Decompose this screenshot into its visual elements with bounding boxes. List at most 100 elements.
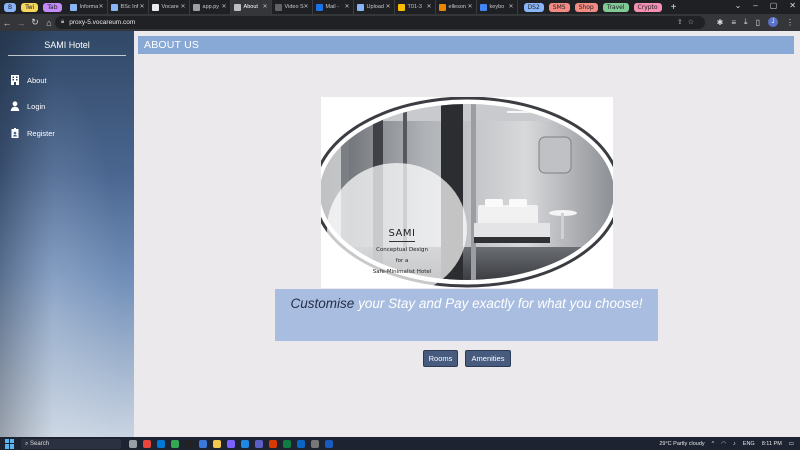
app-icon[interactable] (269, 439, 277, 448)
user-icon (10, 101, 20, 111)
sidebar: SAMI Hotel About Login Register (0, 31, 134, 437)
browser-tab[interactable]: Mail - ✕ (313, 0, 354, 14)
close-icon[interactable]: ✕ (181, 3, 186, 10)
close-icon[interactable]: ✕ (468, 3, 473, 10)
close-icon[interactable]: ✕ (509, 3, 514, 10)
app-icon[interactable] (241, 439, 249, 448)
profile-avatar[interactable]: J (768, 17, 778, 27)
browser-tab[interactable]: BSc Inf ✕ (108, 0, 149, 14)
close-icon[interactable]: ✕ (140, 3, 145, 10)
menu-icon[interactable]: ⋮ (786, 18, 794, 27)
page-viewport: SAMI Hotel About Login Register ABOUT US (0, 31, 800, 437)
close-icon[interactable]: ✕ (345, 3, 350, 10)
app-icon[interactable] (199, 439, 207, 448)
app-icon[interactable] (185, 439, 193, 448)
language-indicator[interactable]: ENG (743, 441, 755, 447)
sidebar-item-login[interactable]: Login (10, 99, 45, 113)
maximize-icon[interactable]: ▢ (770, 1, 778, 10)
close-icon[interactable]: ✕ (99, 3, 104, 10)
chrome-icon[interactable] (171, 439, 179, 448)
favicon-icon (315, 3, 323, 11)
app-icon[interactable] (311, 439, 319, 448)
new-tab-icon[interactable]: + (671, 2, 677, 13)
taskbar-apps (129, 439, 333, 448)
browser-tab[interactable]: Video S ✕ (272, 0, 313, 14)
volume-icon[interactable]: ♪ (733, 441, 736, 447)
close-icon[interactable]: ✕ (304, 3, 309, 10)
tab-group-chip[interactable]: DS2 (523, 2, 544, 12)
wifi-icon[interactable]: ◠ (721, 441, 726, 447)
windows-start-icon[interactable] (5, 438, 15, 449)
address-bar[interactable]: 🔒︎ proxy-5.vocareum.com ⇪☆ (55, 16, 705, 29)
lock-icon[interactable]: 🔒︎ (61, 19, 64, 26)
extensions-icon[interactable]: ✱ (717, 18, 724, 27)
chevron-up-icon[interactable]: ^ (712, 441, 715, 447)
close-icon[interactable]: ✕ (222, 3, 227, 10)
excel-icon[interactable] (283, 439, 291, 448)
favicon-icon (69, 3, 77, 11)
app-icon[interactable] (227, 439, 235, 448)
side-panel-icon[interactable]: ▯ (756, 18, 760, 27)
tab-group-chip[interactable]: Twi (21, 2, 39, 12)
reload-icon[interactable]: ↻ (28, 17, 42, 28)
word-icon[interactable] (325, 439, 333, 448)
browser-tab[interactable]: T01-3 ✕ (395, 0, 436, 14)
browser-tab[interactable]: keybo ✕ (477, 0, 518, 14)
back-icon[interactable]: ← (0, 18, 14, 28)
file-explorer-icon[interactable] (213, 439, 221, 448)
rooms-button[interactable]: Rooms (423, 350, 458, 367)
browser-tab-active[interactable]: About ✕ (230, 0, 272, 14)
media-icon[interactable]: ≡ (731, 18, 736, 27)
browser-tab[interactable]: Upload ✕ (354, 0, 395, 14)
close-window-icon[interactable]: ✕ (789, 1, 796, 10)
tab-group-chip[interactable]: SMS (548, 2, 570, 12)
tab-group-chip[interactable]: B (4, 2, 17, 12)
favicon-icon (233, 3, 241, 11)
app-icon[interactable] (297, 439, 305, 448)
notification-icon[interactable]: ▭ (789, 441, 794, 447)
page-title: ABOUT US (138, 36, 794, 54)
task-view-icon[interactable] (129, 439, 137, 448)
download-icon[interactable]: ⤓ (744, 17, 748, 27)
brand-title[interactable]: SAMI Hotel (0, 40, 134, 50)
browser-tab-strip: B Twi Tab Informa ✕ BSc Inf ✕ Vocare ✕ app.… (0, 0, 800, 14)
divider (389, 241, 415, 242)
sidebar-item-about[interactable]: About (10, 73, 47, 87)
app-icon[interactable] (143, 439, 151, 448)
amenities-button[interactable]: Amenities (465, 350, 511, 367)
hero-image: SAMI Conceptual Design for a Safe-Minima… (321, 97, 613, 288)
sidebar-item-label: Register (27, 128, 55, 138)
main-content: ABOUT US SAMI Conceptual Design for a Sa… (138, 31, 800, 437)
favicon-icon (356, 3, 364, 11)
weather-status[interactable]: 29°C Partly cloudy (659, 441, 704, 447)
tab-group-chip[interactable]: Crypto (633, 2, 662, 12)
caption-title: SAMI (388, 228, 416, 239)
favicon-icon (274, 3, 282, 11)
close-icon[interactable]: ✕ (263, 3, 268, 10)
chevron-down-icon[interactable]: ⌄ (735, 1, 742, 10)
tab-group-chip[interactable]: Travel (602, 2, 629, 12)
taskbar-search-input[interactable]: ⌕ Search (21, 438, 121, 449)
browser-tab[interactable]: elleson ✕ (436, 0, 477, 14)
browser-tab[interactable]: Vocare ✕ (149, 0, 190, 14)
tab-group-chip[interactable]: Shop (574, 2, 598, 12)
id-badge-icon (11, 128, 19, 138)
url-text: proxy-5.vocareum.com (69, 19, 136, 26)
minimize-icon[interactable]: – (753, 1, 757, 10)
tagline-banner: Customise your Stay and Pay exactly for … (275, 289, 658, 341)
teams-icon[interactable] (255, 439, 263, 448)
forward-icon[interactable]: → (14, 18, 28, 28)
sidebar-item-register[interactable]: Register (10, 126, 55, 140)
close-icon[interactable]: ✕ (386, 3, 391, 10)
browser-tab[interactable]: app.py ✕ (190, 0, 231, 14)
share-bookmark-icons[interactable]: ⇪☆ (677, 18, 699, 26)
caption-line: Safe-Minimalist Hotel (372, 269, 432, 275)
home-icon[interactable]: ⌂ (42, 18, 56, 28)
clock[interactable]: 8:11 PM (762, 441, 782, 447)
tagline-emphasis: Customise (290, 296, 355, 311)
browser-tab[interactable]: Informa ✕ (67, 0, 108, 14)
close-icon[interactable]: ✕ (427, 3, 432, 10)
edge-icon[interactable] (157, 439, 165, 448)
tab-group-chip[interactable]: Tab (43, 2, 62, 12)
favicon-icon (192, 3, 200, 11)
